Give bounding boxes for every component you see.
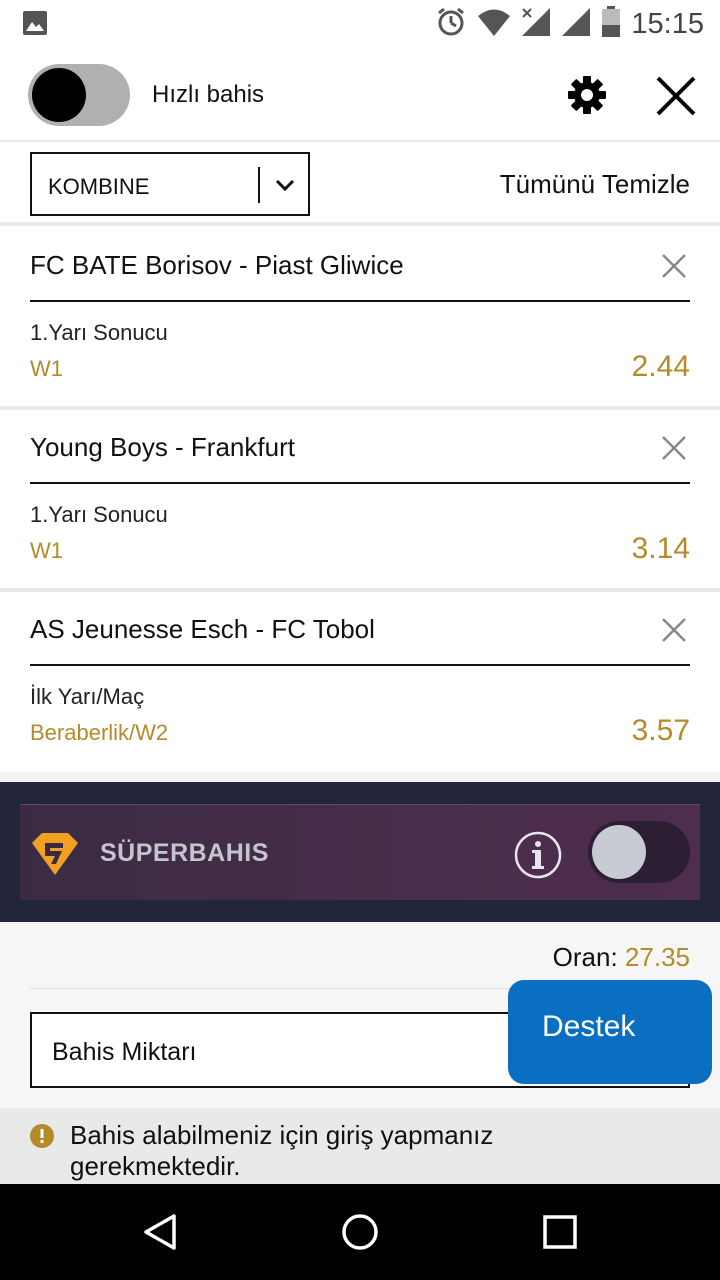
superbet-box: SÜPERBAHIS — [20, 804, 700, 900]
remove-bet-icon[interactable] — [660, 616, 688, 644]
bet-type-select[interactable]: KOMBINE — [30, 152, 310, 216]
bet-divider — [30, 482, 690, 484]
support-button[interactable]: Destek — [508, 980, 712, 1084]
bet-item: Young Boys - Frankfurt 1.Yarı Sonucu W1 … — [0, 410, 720, 588]
bet-match-name: AS Jeunesse Esch - FC Tobol — [30, 614, 375, 644]
stake-placeholder: Bahis Miktarı — [52, 1038, 197, 1066]
warning-icon — [30, 1124, 54, 1148]
bet-odd: 3.14 — [631, 532, 690, 565]
login-notice: Bahis alabilmeniz için giriş yapmanız ge… — [0, 1108, 720, 1184]
signal-icon — [561, 7, 591, 42]
bet-market: 1.Yarı Sonucu — [30, 502, 168, 527]
superbet-section: SÜPERBAHIS — [0, 772, 720, 922]
signal-x-icon — [521, 7, 551, 42]
quick-bet-label: Hızlı bahis — [152, 81, 265, 108]
superbet-logo-icon — [30, 831, 80, 877]
bet-odd: 3.57 — [631, 714, 690, 747]
battery-icon — [601, 6, 621, 43]
support-label: Destek — [542, 1010, 636, 1043]
superbet-background: SÜPERBAHIS — [0, 782, 720, 922]
wifi-icon — [477, 7, 511, 42]
alarm-icon — [435, 6, 467, 43]
bet-type-value: KOMBINE — [48, 174, 150, 199]
bet-match-name: Young Boys - Frankfurt — [30, 432, 295, 462]
bet-pick: Beraberlik/W2 — [30, 720, 169, 745]
select-divider — [258, 167, 260, 203]
bet-pick: W1 — [30, 538, 63, 563]
close-icon[interactable] — [654, 74, 698, 118]
superbet-label: SÜPERBAHIS — [100, 839, 269, 867]
toggle-knob — [592, 825, 646, 879]
quick-bet-toggle[interactable] — [28, 64, 130, 126]
odds-value: 27.35 — [624, 942, 690, 972]
back-icon[interactable] — [140, 1212, 180, 1252]
superbet-toggle[interactable] — [588, 821, 690, 883]
home-icon[interactable] — [340, 1212, 380, 1252]
clock-time: 15:15 — [631, 8, 704, 40]
navigation-bar — [0, 1184, 720, 1280]
bet-item: FC BATE Borisov - Piast Gliwice 1.Yarı S… — [0, 228, 720, 406]
bet-market: 1.Yarı Sonucu — [30, 320, 168, 345]
recents-icon[interactable] — [540, 1212, 580, 1252]
info-icon[interactable] — [514, 831, 562, 879]
bet-divider — [30, 664, 690, 666]
bet-divider — [30, 300, 690, 302]
bet-market: İlk Yarı/Maç — [30, 684, 145, 709]
clear-all-button[interactable]: Tümünü Temizle — [500, 169, 690, 200]
bet-match-name: FC BATE Borisov - Piast Gliwice — [30, 250, 404, 280]
remove-bet-icon[interactable] — [660, 252, 688, 280]
image-icon — [22, 10, 48, 41]
bet-pick: W1 — [30, 356, 63, 381]
chevron-down-icon — [272, 172, 298, 198]
gear-icon[interactable] — [566, 74, 608, 116]
total-odds: Oran: 27.35 — [553, 942, 690, 973]
toggle-knob — [32, 68, 86, 122]
remove-bet-icon[interactable] — [660, 434, 688, 462]
odds-label: Oran: — [552, 942, 618, 972]
betslip-toolbar: KOMBINE Tümünü Temizle — [0, 142, 720, 226]
bet-item: AS Jeunesse Esch - FC Tobol İlk Yarı/Maç… — [0, 592, 720, 770]
bet-odd: 2.44 — [631, 350, 690, 383]
notice-text: Bahis alabilmeniz için giriş yapmanız ge… — [70, 1120, 494, 1181]
betslip-header: Hızlı bahis — [0, 48, 720, 142]
status-bar: 15:15 — [0, 0, 720, 48]
